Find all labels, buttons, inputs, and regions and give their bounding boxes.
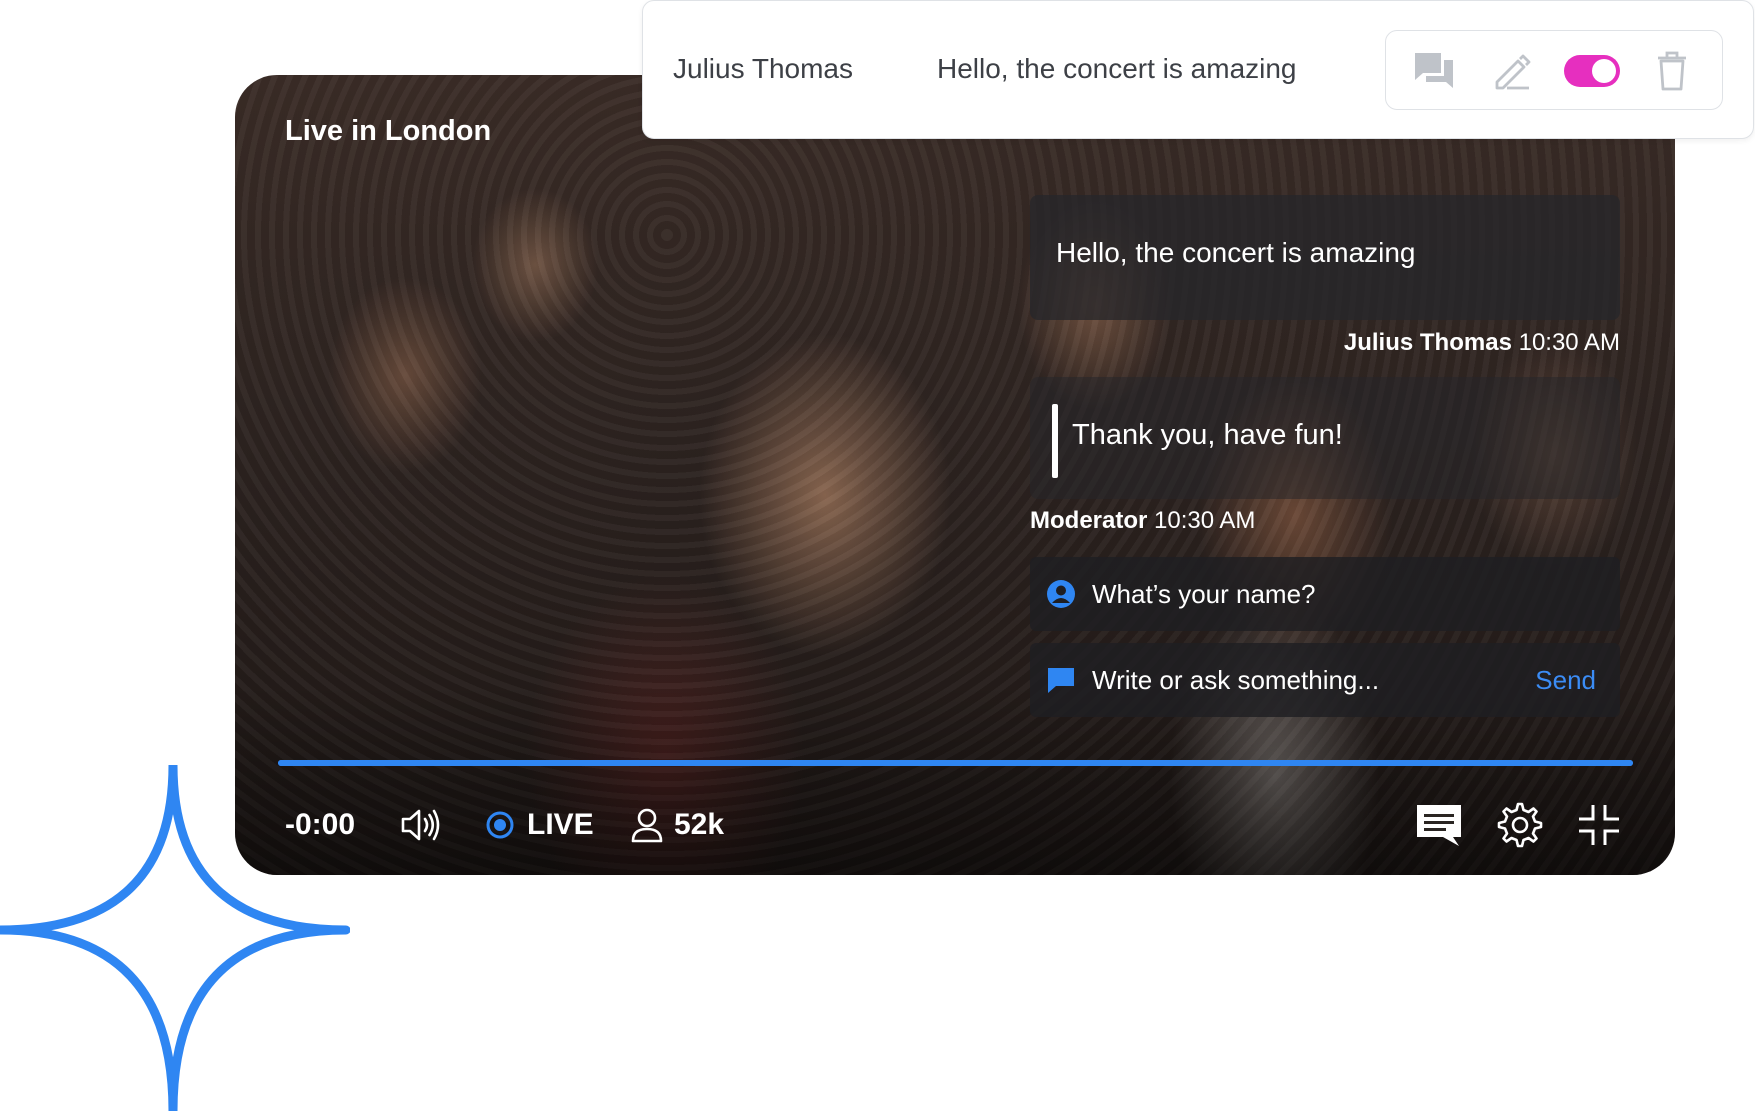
visibility-toggle[interactable] [1564,55,1620,87]
volume-button[interactable] [400,795,444,855]
gear-icon [1497,802,1543,848]
moderation-message: Hello, the concert is amazing [937,53,1297,84]
toggle-knob [1592,59,1616,83]
chat-toggle-button[interactable] [1415,795,1463,855]
chat-message-meta: Julius Thomas 10:30 AM [1030,329,1620,357]
chat-message-moderator: Thank you, have fun! [1030,377,1620,499]
moderation-actions [1385,30,1723,110]
user-circle-icon [1047,580,1075,608]
reply-button[interactable] [1412,49,1456,93]
trash-icon [1658,51,1686,91]
exit-fullscreen-icon [1579,805,1619,845]
quote-bar [1052,404,1058,478]
pencil-icon [1495,54,1531,90]
live-label: LIVE [527,808,594,841]
message-field[interactable]: Write or ask something... Send [1030,643,1620,717]
chat-message-user: Hello, the concert is amazing [1030,195,1620,320]
live-indicator[interactable]: LIVE [485,795,594,855]
moderation-card: Julius Thomas Hello, the concert is amaz… [642,0,1754,139]
video-title: Live in London [285,115,492,147]
send-button[interactable]: Send [1535,665,1596,696]
player-controls: -0:00 LIVE 52k [235,795,1675,855]
live-dot-icon [486,811,514,839]
name-field[interactable]: What’s your name? [1030,557,1620,631]
viewer-count: 52k [630,795,724,855]
chat-message-meta: Moderator 10:30 AM [1030,507,1620,535]
chat-author: Moderator [1030,507,1148,534]
progress-fill [278,760,1633,766]
time-display: -0:00 [285,808,356,841]
chat-overlay: Hello, the concert is amazing Julius Tho… [1030,195,1620,717]
chat-author: Julius Thomas [1343,329,1512,356]
delete-button[interactable] [1650,49,1694,93]
chat-time: 10:30 AM [1518,329,1620,356]
chat-bubble-icon [1048,668,1074,693]
exit-fullscreen-button[interactable] [1577,795,1621,855]
name-placeholder: What’s your name? [1092,578,1316,609]
chat-time: 10:30 AM [1154,507,1256,534]
chat-icon [1417,805,1461,846]
volume-icon [401,809,440,841]
user-icon [631,808,663,843]
moderation-user-name: Julius Thomas [673,53,854,84]
edit-button[interactable] [1489,49,1533,93]
progress-bar[interactable] [278,760,1633,766]
chat-message-text: Thank you, have fun! [1072,419,1343,451]
viewer-count-label: 52k [674,808,725,841]
settings-button[interactable] [1497,795,1543,855]
message-placeholder: Write or ask something... [1092,664,1380,695]
chat-bubbles-icon [1415,53,1453,88]
chat-message-text: Hello, the concert is amazing [1056,237,1416,268]
video-player[interactable]: Live in London Hello, the concert is ama… [235,75,1675,875]
